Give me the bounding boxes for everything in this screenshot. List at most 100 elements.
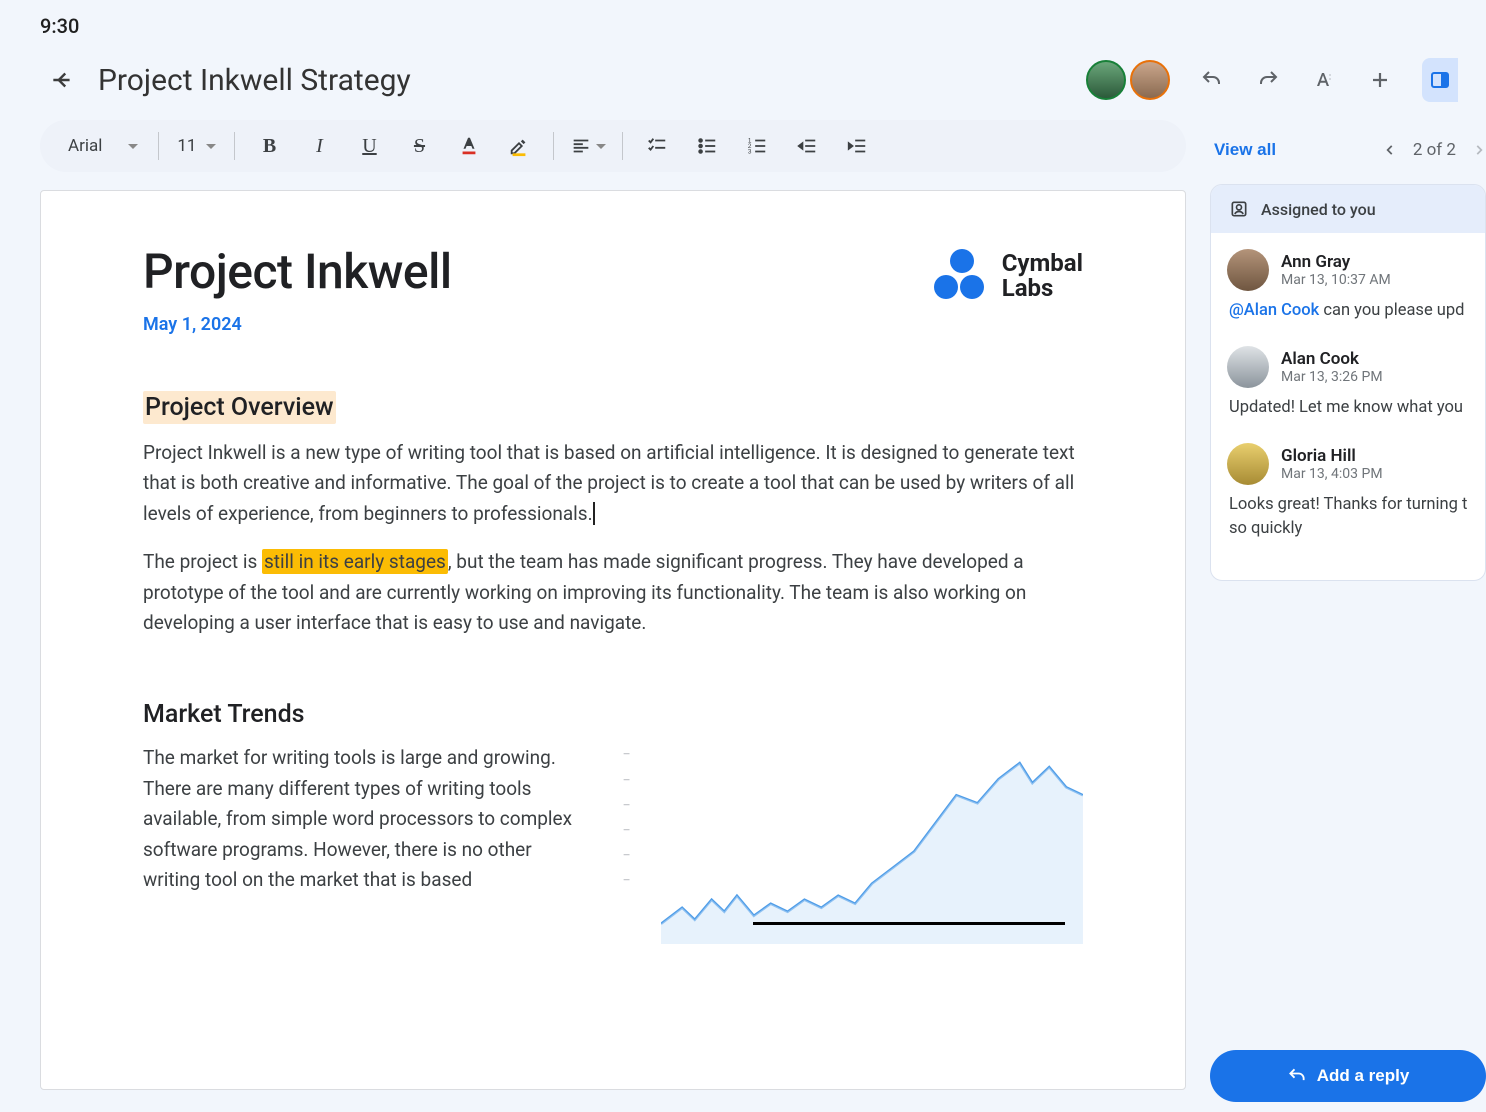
overview-paragraph-2: The project is still in its early stages… — [143, 547, 1083, 638]
font-size-select[interactable]: 11 — [169, 130, 224, 162]
logo-mark-icon — [934, 249, 988, 303]
assigned-icon — [1229, 199, 1249, 219]
toolbar-separator — [234, 132, 235, 160]
highlight-icon — [508, 135, 530, 157]
line-chart-icon — [661, 743, 1083, 944]
plus-icon — [1368, 68, 1392, 92]
strikethrough-icon: S — [414, 135, 425, 158]
font-family-select[interactable]: Arial — [58, 130, 148, 162]
document-title[interactable]: Project Inkwell Strategy — [98, 63, 1072, 98]
comments-panel: View all 2 of 2 Assigned to you — [1186, 120, 1486, 1102]
overview-paragraph-1: Project Inkwell is a new type of writing… — [143, 438, 1083, 529]
comment-avatar — [1227, 346, 1269, 388]
svg-text:3: 3 — [748, 148, 752, 155]
text-format-button[interactable] — [1302, 58, 1346, 102]
text-color-icon — [458, 135, 480, 157]
comment-item: Alan Cook Mar 13, 3:26 PM Updated! Let m… — [1227, 346, 1469, 421]
comment-thread-card[interactable]: Assigned to you Ann Gray Mar 13, 10:37 A… — [1210, 184, 1486, 581]
sidebar-toggle-button[interactable] — [1422, 58, 1458, 102]
comment-avatar — [1227, 249, 1269, 291]
bulleted-list-button[interactable] — [683, 126, 731, 166]
numbered-list-button[interactable]: 123 — [733, 126, 781, 166]
text-color-button[interactable] — [445, 126, 493, 166]
comments-page-label: 2 of 2 — [1413, 140, 1456, 160]
chart-y-ticks: —————— — [623, 743, 630, 894]
bold-button[interactable]: B — [245, 126, 293, 166]
mention[interactable]: @Alan Cook — [1229, 301, 1319, 320]
comment-body: Looks great! Thanks for turning t so qui… — [1227, 493, 1469, 543]
panel-icon — [1428, 68, 1452, 92]
bold-icon: B — [263, 135, 276, 158]
checklist-icon — [646, 135, 668, 157]
comment-avatar — [1227, 443, 1269, 485]
align-left-icon — [570, 135, 592, 157]
overview-heading: Project Overview — [143, 391, 336, 424]
arrow-left-icon — [49, 67, 75, 93]
comment-item: Ann Gray Mar 13, 10:37 AM @Alan Cook can… — [1227, 249, 1469, 324]
toolbar-separator — [553, 132, 554, 160]
chevron-right-icon — [1472, 143, 1486, 157]
back-button[interactable] — [40, 58, 84, 102]
text-format-icon — [1312, 68, 1336, 92]
comment-author: Alan Cook — [1281, 349, 1383, 369]
chevron-down-icon — [596, 144, 606, 154]
insert-button[interactable] — [1358, 58, 1402, 102]
comment-body: Updated! Let me know what you — [1227, 396, 1469, 421]
underline-button[interactable]: U — [345, 126, 393, 166]
chevron-down-icon — [128, 144, 138, 154]
status-time: 9:30 — [0, 0, 1486, 38]
font-family-label: Arial — [68, 136, 102, 156]
chevron-down-icon — [206, 144, 216, 154]
italic-icon: I — [316, 135, 323, 158]
collaborator-avatars — [1086, 60, 1170, 100]
numbered-list-icon: 123 — [746, 135, 768, 157]
next-comment-button[interactable] — [1472, 143, 1486, 157]
outdent-icon — [796, 135, 818, 157]
reply-icon — [1287, 1066, 1307, 1086]
italic-button[interactable]: I — [295, 126, 343, 166]
comment-time: Mar 13, 4:03 PM — [1281, 466, 1383, 482]
chart-baseline — [753, 922, 1065, 925]
indent-button[interactable] — [833, 126, 881, 166]
company-logo: Cymbal Labs — [934, 243, 1083, 303]
collaborator-avatar-2[interactable] — [1130, 60, 1170, 100]
logo-text-2: Labs — [1002, 276, 1083, 301]
undo-button[interactable] — [1190, 58, 1234, 102]
toolbar-separator — [158, 132, 159, 160]
assigned-label: Assigned to you — [1261, 200, 1376, 219]
undo-icon — [1200, 68, 1224, 92]
comment-author: Gloria Hill — [1281, 446, 1383, 466]
prev-comment-button[interactable] — [1383, 143, 1397, 157]
font-size-label: 11 — [177, 136, 196, 156]
add-reply-button[interactable]: Add a reply — [1210, 1050, 1486, 1102]
comment-body: @Alan Cook can you please upd — [1227, 299, 1469, 324]
market-paragraph: The market for writing tools is large an… — [143, 743, 587, 895]
comment-time: Mar 13, 10:37 AM — [1281, 272, 1391, 288]
bulleted-list-icon — [696, 135, 718, 157]
document-page[interactable]: Project Inkwell May 1, 2024 Cymbal Labs … — [40, 190, 1186, 1090]
comment-author: Ann Gray — [1281, 252, 1391, 272]
comment-time: Mar 13, 3:26 PM — [1281, 369, 1383, 385]
market-trends-chart: —————— — [623, 743, 1083, 963]
strikethrough-button[interactable]: S — [395, 126, 443, 166]
checklist-button[interactable] — [633, 126, 681, 166]
chevron-left-icon — [1383, 143, 1397, 157]
market-heading: Market Trends — [143, 700, 305, 729]
doc-heading-1: Project Inkwell — [143, 243, 452, 300]
toolbar-separator — [622, 132, 623, 160]
add-reply-label: Add a reply — [1317, 1066, 1410, 1086]
highlight-color-button[interactable] — [495, 126, 543, 166]
formatting-toolbar: Arial 11 B I U S — [40, 120, 1186, 172]
collaborator-avatar-1[interactable] — [1086, 60, 1126, 100]
align-button[interactable] — [564, 126, 612, 166]
view-all-comments-button[interactable]: View all — [1214, 140, 1276, 160]
doc-date: May 1, 2024 — [143, 314, 452, 335]
redo-icon — [1256, 68, 1280, 92]
assigned-banner: Assigned to you — [1211, 185, 1485, 233]
comment-item: Gloria Hill Mar 13, 4:03 PM Looks great!… — [1227, 443, 1469, 543]
outdent-button[interactable] — [783, 126, 831, 166]
underline-icon: U — [362, 135, 376, 158]
header-actions — [1086, 58, 1458, 102]
logo-text-1: Cymbal — [1002, 251, 1083, 276]
redo-button[interactable] — [1246, 58, 1290, 102]
